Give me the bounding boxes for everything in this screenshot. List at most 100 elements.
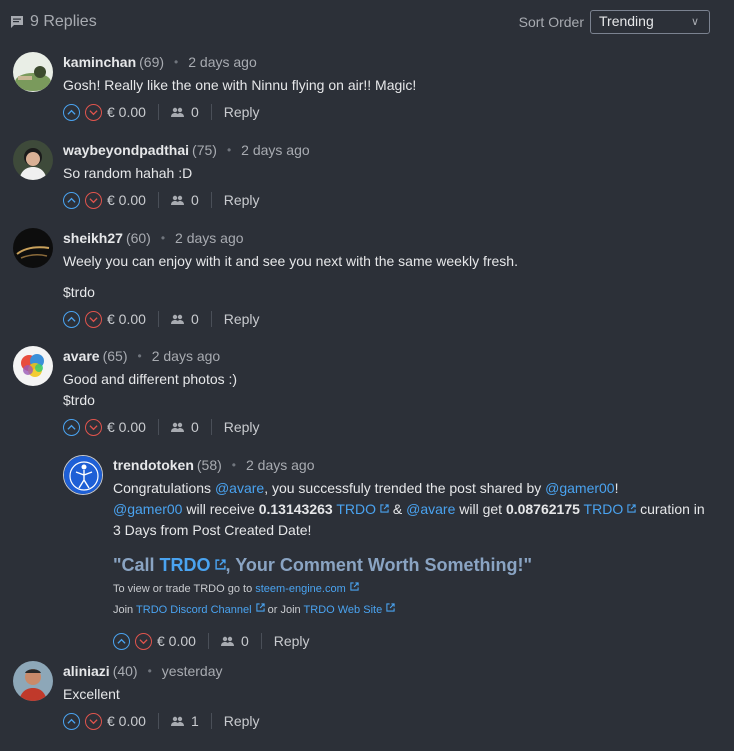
comment-actions: € 0.00 1 Reply xyxy=(63,710,703,732)
upvote-button[interactable] xyxy=(63,191,80,209)
comment-paragraph: 3 Days from Post Created Date! xyxy=(113,522,312,538)
mention-link[interactable]: @avare xyxy=(215,480,264,496)
voters-count[interactable]: 1 xyxy=(170,713,199,729)
downvote-button[interactable] xyxy=(85,310,102,328)
author-link[interactable]: avare xyxy=(63,348,100,364)
avatar[interactable] xyxy=(63,455,103,495)
reply-button[interactable]: Reply xyxy=(224,713,260,729)
comment-text: Excellent xyxy=(63,686,120,702)
reply-button[interactable]: Reply xyxy=(224,192,260,208)
reply-button[interactable]: Reply xyxy=(224,104,260,120)
voters-count[interactable]: 0 xyxy=(170,311,199,327)
voters-count[interactable]: 0 xyxy=(170,104,199,120)
author-link[interactable]: kaminchan xyxy=(63,54,136,70)
replies-count: 9 Replies xyxy=(10,13,97,31)
steem-engine-link[interactable]: steem-engine.com xyxy=(255,583,346,595)
separator-dot: • xyxy=(160,231,166,245)
divider xyxy=(157,419,159,435)
voters-number: 0 xyxy=(190,104,199,120)
downvote-button[interactable] xyxy=(85,418,102,436)
sort-order: Sort Order Trending ∨ xyxy=(519,10,710,34)
payout-value[interactable]: € 0.00 xyxy=(107,311,146,327)
author-link[interactable]: sheikh27 xyxy=(63,230,123,246)
sort-order-select[interactable]: Trending ∨ xyxy=(590,10,710,34)
avatar[interactable] xyxy=(13,140,53,180)
comment-paragraph: Congratulations @avare, you successfuly … xyxy=(113,480,619,496)
comment-time[interactable]: 2 days ago xyxy=(241,142,310,158)
external-link-icon xyxy=(214,559,226,570)
upvote-button[interactable] xyxy=(63,712,80,730)
comment-time[interactable]: 2 days ago xyxy=(152,348,221,364)
author-reputation: (58) xyxy=(196,457,222,473)
avatar[interactable] xyxy=(13,52,53,92)
reply-button[interactable]: Reply xyxy=(224,311,260,327)
sort-order-label: Sort Order xyxy=(518,14,584,30)
divider xyxy=(157,311,159,327)
upvote-button[interactable] xyxy=(63,310,80,328)
mention-link[interactable]: @avare xyxy=(406,501,455,517)
separator-dot: • xyxy=(137,349,142,363)
upvote-button[interactable] xyxy=(63,103,80,121)
mention-link[interactable]: @gamer00 xyxy=(113,501,182,517)
divider xyxy=(210,192,212,208)
mention-link[interactable]: @gamer00 xyxy=(545,480,614,496)
reply-button[interactable]: Reply xyxy=(224,419,260,435)
comment-meta: kaminchan (69) • 2 days ago xyxy=(63,52,703,72)
downvote-button[interactable] xyxy=(85,191,102,209)
voters-count[interactable]: 0 xyxy=(170,192,199,208)
comment-meta: aliniazi (40) • yesterday xyxy=(63,661,703,681)
chevron-down-icon xyxy=(89,197,98,203)
chevron-up-icon xyxy=(67,109,76,115)
author-link[interactable]: aliniazi xyxy=(63,663,110,679)
external-link-icon xyxy=(380,504,389,513)
token-link[interactable]: TRDO xyxy=(584,501,637,517)
payout-value[interactable]: € 0.00 xyxy=(107,419,146,435)
downvote-button[interactable] xyxy=(85,103,102,121)
comment-meta: sheikh27 (60) • 2 days ago xyxy=(63,228,703,248)
author-reputation: (60) xyxy=(125,230,151,246)
chevron-up-icon xyxy=(67,718,76,724)
chevron-up-icon xyxy=(67,424,76,430)
author-reputation: (75) xyxy=(192,142,217,158)
token-link[interactable]: TRDO xyxy=(160,555,226,575)
trdo-quote: "Call TRDO, Your Comment Worth Something… xyxy=(113,555,533,575)
chevron-up-icon xyxy=(67,197,76,203)
divider xyxy=(157,192,159,208)
payout-value[interactable]: € 0.00 xyxy=(107,713,146,729)
comment-paragraph: Good and different photos :) xyxy=(63,371,238,387)
payout-value[interactable]: € 0.00 xyxy=(107,104,146,120)
comment-time[interactable]: 2 days ago xyxy=(188,54,257,70)
upvote-button[interactable] xyxy=(63,418,80,436)
comment-time[interactable]: yesterday xyxy=(162,663,223,679)
downvote-button[interactable] xyxy=(135,632,152,650)
comment-time[interactable]: 2 days ago xyxy=(175,230,244,246)
voters-number: 0 xyxy=(190,192,199,208)
comment-paragraph: @gamer00 will receive 0.13143263 TRDO & … xyxy=(113,501,705,517)
divider xyxy=(210,311,212,327)
trade-info: To view or trade TRDO go to steem-engine… xyxy=(113,582,713,595)
avatar[interactable] xyxy=(13,661,53,701)
divider xyxy=(210,713,212,729)
website-link[interactable]: TRDO Web Site xyxy=(304,604,383,616)
voters-count[interactable]: 0 xyxy=(220,633,249,649)
author-link[interactable]: trendotoken xyxy=(113,457,194,473)
payout-value[interactable]: € 0.00 xyxy=(157,633,196,649)
reply-button[interactable]: Reply xyxy=(274,633,310,649)
separator-dot: • xyxy=(226,143,232,157)
divider xyxy=(260,633,262,649)
author-link[interactable]: waybeyondpadthai xyxy=(63,142,189,158)
upvote-button[interactable] xyxy=(113,632,130,650)
payout-value[interactable]: € 0.00 xyxy=(107,192,146,208)
users-icon xyxy=(170,716,184,726)
comment-icon xyxy=(11,16,23,28)
downvote-button[interactable] xyxy=(85,712,102,730)
voters-count[interactable]: 0 xyxy=(170,419,199,435)
avatar[interactable] xyxy=(13,346,53,386)
external-link-icon xyxy=(627,504,636,513)
comments-header: 9 Replies Sort Order Trending ∨ xyxy=(10,10,710,36)
comment-actions: € 0.00 0 Reply xyxy=(113,630,713,652)
avatar[interactable] xyxy=(13,228,53,268)
discord-link[interactable]: TRDO Discord Channel xyxy=(136,604,252,616)
token-link[interactable]: TRDO xyxy=(336,501,389,517)
comment-time[interactable]: 2 days ago xyxy=(246,457,315,473)
